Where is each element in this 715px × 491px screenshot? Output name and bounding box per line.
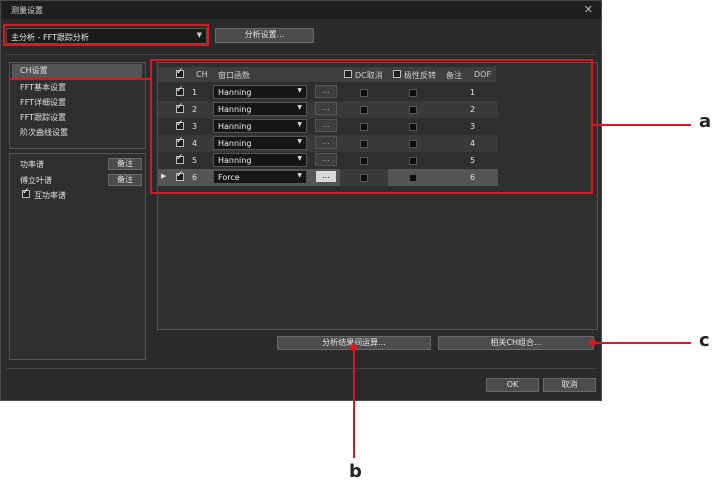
callout-line-c	[593, 342, 691, 344]
analysis-settings-button[interactable]: 分析设置...	[215, 28, 314, 43]
settings-nav: CH设置 FFT基本设置 FFT详细设置 FFT跟踪设置 阶次曲线设置	[9, 62, 146, 149]
nav-item-fft-basic[interactable]: FFT基本设置	[20, 82, 66, 93]
function-label-fourier: 傅立叶谱	[20, 176, 52, 185]
nav-item-fft-tracking[interactable]: FFT跟踪设置	[20, 112, 66, 123]
callout-label-b: b	[349, 461, 362, 482]
channel-combination-button[interactable]: 相关CH组合...	[438, 336, 594, 350]
window-title: 测量设置	[11, 6, 43, 15]
function-label-power: 功率谱	[20, 160, 44, 169]
nav-item-ch-settings[interactable]: CH设置	[12, 64, 142, 78]
cross-power-checkbox[interactable]	[22, 187, 30, 198]
highlight-mode-select	[3, 24, 209, 46]
cancel-button[interactable]: 取消	[543, 378, 596, 392]
highlight-channel-table	[150, 59, 593, 194]
nav-item-order-curve[interactable]: 阶次曲线设置	[20, 127, 68, 138]
callout-line-a	[593, 124, 691, 126]
callout-label-a: a	[699, 111, 712, 132]
nav-item-fft-detail[interactable]: FFT详细设置	[20, 97, 66, 108]
function-panel: 功率谱 备注 傅立叶谱 备注 互功率谱	[9, 153, 146, 360]
close-icon[interactable]: ✕	[584, 3, 593, 16]
callout-line-b	[353, 348, 355, 458]
divider	[6, 54, 596, 55]
note-button-fourier[interactable]: 备注	[108, 174, 142, 186]
divider	[6, 368, 596, 369]
title-bar: 测量设置 ✕	[1, 1, 601, 19]
note-button-power[interactable]: 备注	[108, 158, 142, 170]
ok-button[interactable]: OK	[486, 378, 539, 392]
callout-label-c: c	[699, 330, 710, 351]
highlight-connector	[10, 78, 152, 82]
function-label-cross-power: 互功率谱	[34, 191, 66, 200]
